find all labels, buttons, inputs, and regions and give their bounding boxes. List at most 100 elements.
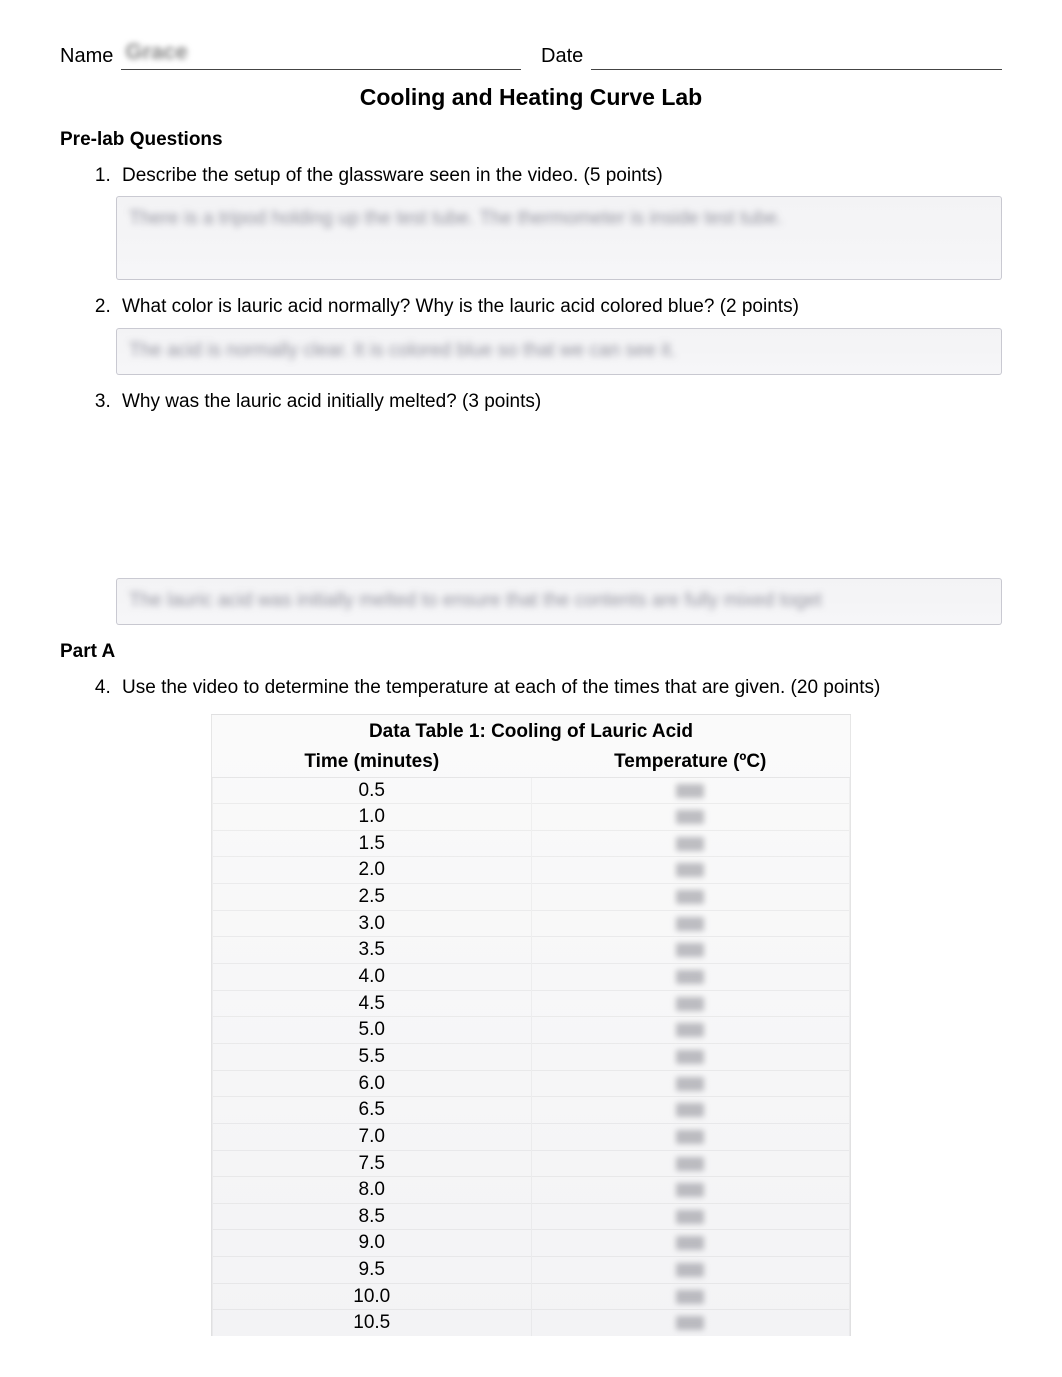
date-label: Date — [541, 43, 591, 70]
blurred-value — [676, 1210, 704, 1224]
prelab-heading: Pre-lab Questions — [60, 127, 1002, 153]
header-row: Name Grace Date — [60, 40, 1002, 70]
blurred-value — [676, 943, 704, 957]
blurred-value — [676, 1157, 704, 1171]
question-1-text: Describe the setup of the glassware seen… — [122, 163, 1002, 189]
cell-temp[interactable] — [531, 1257, 850, 1284]
cell-temp[interactable] — [531, 1203, 850, 1230]
cell-time: 6.0 — [213, 1070, 532, 1097]
cell-time: 0.5 — [213, 777, 532, 804]
question-list-a: Use the video to determine the temperatu… — [60, 675, 1002, 701]
cell-temp[interactable] — [531, 1043, 850, 1070]
cell-time: 4.0 — [213, 964, 532, 991]
answer-1-text: There is a tripod holding up the test tu… — [129, 207, 989, 232]
table-row: 4.0 — [213, 964, 850, 991]
answer-2-text: The acid is normally clear. It is colore… — [129, 339, 989, 364]
cell-time: 8.0 — [213, 1177, 532, 1204]
date-field-block: Date — [541, 40, 1002, 70]
cell-temp[interactable] — [531, 1177, 850, 1204]
name-value: Grace — [125, 37, 187, 67]
table-body: 0.51.01.52.02.53.03.54.04.55.05.56.06.57… — [213, 777, 850, 1336]
name-input-line[interactable]: Grace — [121, 40, 521, 70]
blurred-value — [676, 917, 704, 931]
table-row: 7.5 — [213, 1150, 850, 1177]
table-row: 3.0 — [213, 910, 850, 937]
cell-temp[interactable] — [531, 1017, 850, 1044]
table-row: 3.5 — [213, 937, 850, 964]
cell-temp[interactable] — [531, 964, 850, 991]
table-title: Data Table 1: Cooling of Lauric Acid — [212, 715, 850, 747]
blurred-value — [676, 1263, 704, 1277]
cell-temp[interactable] — [531, 1123, 850, 1150]
table-row: 6.5 — [213, 1097, 850, 1124]
table-row: 2.5 — [213, 884, 850, 911]
cell-temp[interactable] — [531, 1230, 850, 1257]
question-4-text: Use the video to determine the temperatu… — [122, 675, 1002, 701]
name-label: Name — [60, 43, 121, 70]
question-2-text: What color is lauric acid normally? Why … — [122, 294, 1002, 320]
blurred-value — [676, 1290, 704, 1304]
blurred-value — [676, 837, 704, 851]
col-header-temp: Temperature (ºC) — [531, 747, 850, 777]
cell-temp[interactable] — [531, 1283, 850, 1310]
cell-time: 3.5 — [213, 937, 532, 964]
col-header-time: Time (minutes) — [213, 747, 532, 777]
cell-temp[interactable] — [531, 830, 850, 857]
cell-time: 7.5 — [213, 1150, 532, 1177]
cell-time: 6.5 — [213, 1097, 532, 1124]
cell-time: 10.0 — [213, 1283, 532, 1310]
table-row: 8.0 — [213, 1177, 850, 1204]
cell-time: 9.5 — [213, 1257, 532, 1284]
cell-time: 2.5 — [213, 884, 532, 911]
answer-box-3[interactable]: The lauric acid was initially melted to … — [116, 578, 1002, 625]
cell-time: 10.5 — [213, 1310, 532, 1336]
table-row: 10.5 — [213, 1310, 850, 1336]
blurred-value — [676, 784, 704, 798]
table-row: 0.5 — [213, 777, 850, 804]
cell-time: 4.5 — [213, 990, 532, 1017]
cell-time: 8.5 — [213, 1203, 532, 1230]
cell-time: 5.5 — [213, 1043, 532, 1070]
cell-temp[interactable] — [531, 777, 850, 804]
table-row: 1.5 — [213, 830, 850, 857]
table-row: 8.5 — [213, 1203, 850, 1230]
cell-temp[interactable] — [531, 1070, 850, 1097]
cooling-data-table: Time (minutes) Temperature (ºC) 0.51.01.… — [212, 747, 850, 1336]
answer-box-2[interactable]: The acid is normally clear. It is colore… — [116, 328, 1002, 375]
parta-heading: Part A — [60, 639, 1002, 665]
cell-temp[interactable] — [531, 1150, 850, 1177]
cell-time: 2.0 — [213, 857, 532, 884]
question-3-text: Why was the lauric acid initially melted… — [122, 389, 1002, 415]
question-2: What color is lauric acid normally? Why … — [116, 294, 1002, 374]
question-1: Describe the setup of the glassware seen… — [116, 163, 1002, 281]
question-3: Why was the lauric acid initially melted… — [116, 389, 1002, 625]
cell-temp[interactable] — [531, 937, 850, 964]
data-table-wrap: Data Table 1: Cooling of Lauric Acid Tim… — [211, 714, 851, 1336]
blurred-value — [676, 1023, 704, 1037]
table-row: 10.0 — [213, 1283, 850, 1310]
cell-temp[interactable] — [531, 804, 850, 831]
blurred-value — [676, 1316, 704, 1330]
date-input-line[interactable] — [591, 40, 1002, 70]
cell-time: 1.5 — [213, 830, 532, 857]
table-row: 9.5 — [213, 1257, 850, 1284]
table-row: 9.0 — [213, 1230, 850, 1257]
blurred-value — [676, 1103, 704, 1117]
answer-box-1[interactable]: There is a tripod holding up the test tu… — [116, 196, 1002, 280]
cell-temp[interactable] — [531, 910, 850, 937]
cell-temp[interactable] — [531, 990, 850, 1017]
question-3-spacer — [122, 422, 1002, 572]
name-field-block: Name Grace — [60, 40, 521, 70]
blurred-value — [676, 810, 704, 824]
answer-3-text: The lauric acid was initially melted to … — [129, 589, 989, 614]
cell-time: 7.0 — [213, 1123, 532, 1150]
table-row: 1.0 — [213, 804, 850, 831]
question-list: Describe the setup of the glassware seen… — [60, 163, 1002, 625]
cell-temp[interactable] — [531, 1310, 850, 1336]
cell-temp[interactable] — [531, 884, 850, 911]
cell-temp[interactable] — [531, 857, 850, 884]
cell-temp[interactable] — [531, 1097, 850, 1124]
page-title: Cooling and Heating Curve Lab — [60, 82, 1002, 113]
cell-time: 1.0 — [213, 804, 532, 831]
table-row: 4.5 — [213, 990, 850, 1017]
